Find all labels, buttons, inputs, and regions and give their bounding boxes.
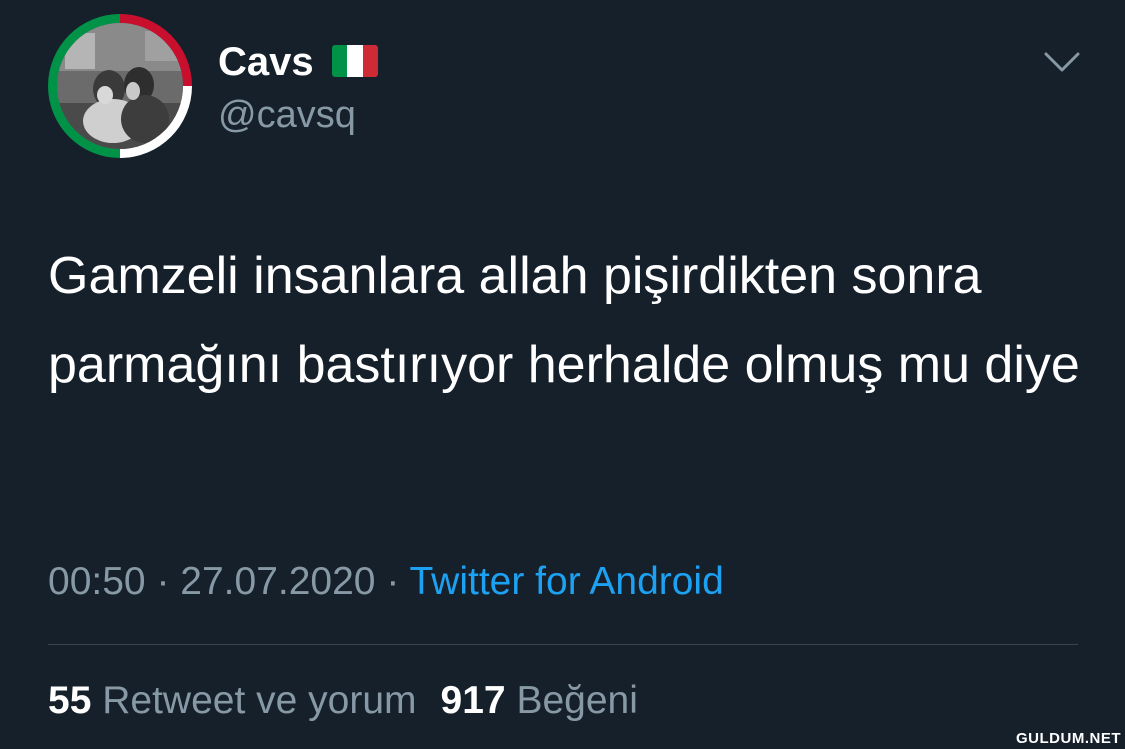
likes-stat[interactable]: 917 Beğeni bbox=[441, 679, 638, 722]
chevron-down-icon[interactable] bbox=[1042, 46, 1082, 76]
tweet-source-link[interactable]: Twitter for Android bbox=[409, 560, 723, 603]
tweet-date: 27.07.2020 bbox=[180, 560, 376, 603]
tweet-time: 00:50 bbox=[48, 560, 146, 603]
tweet-stats: 55 Retweet ve yorum 917 Beğeni bbox=[48, 677, 638, 725]
divider bbox=[48, 644, 1078, 645]
user-handle[interactable]: @cavsq bbox=[218, 92, 356, 138]
retweets-label: Retweet ve yorum bbox=[102, 679, 417, 722]
watermark: GULDUM.NET bbox=[1016, 730, 1121, 747]
retweets-stat[interactable]: 55 Retweet ve yorum bbox=[48, 679, 417, 722]
retweets-count: 55 bbox=[48, 679, 92, 722]
separator: · bbox=[156, 560, 170, 603]
display-name[interactable]: Cavs bbox=[218, 38, 314, 86]
likes-count: 917 bbox=[440, 679, 506, 722]
italy-flag-icon bbox=[332, 45, 378, 77]
likes-label: Beğeni bbox=[516, 679, 638, 722]
avatar-photo bbox=[57, 23, 183, 149]
avatar[interactable] bbox=[48, 14, 192, 158]
tweet-text: Gamzeli insanlara allah pişirdikten sonr… bbox=[48, 247, 1080, 394]
tweet-meta: 00:50 · 27.07.2020 · Twitter for Android bbox=[48, 558, 724, 606]
separator: · bbox=[386, 560, 400, 603]
